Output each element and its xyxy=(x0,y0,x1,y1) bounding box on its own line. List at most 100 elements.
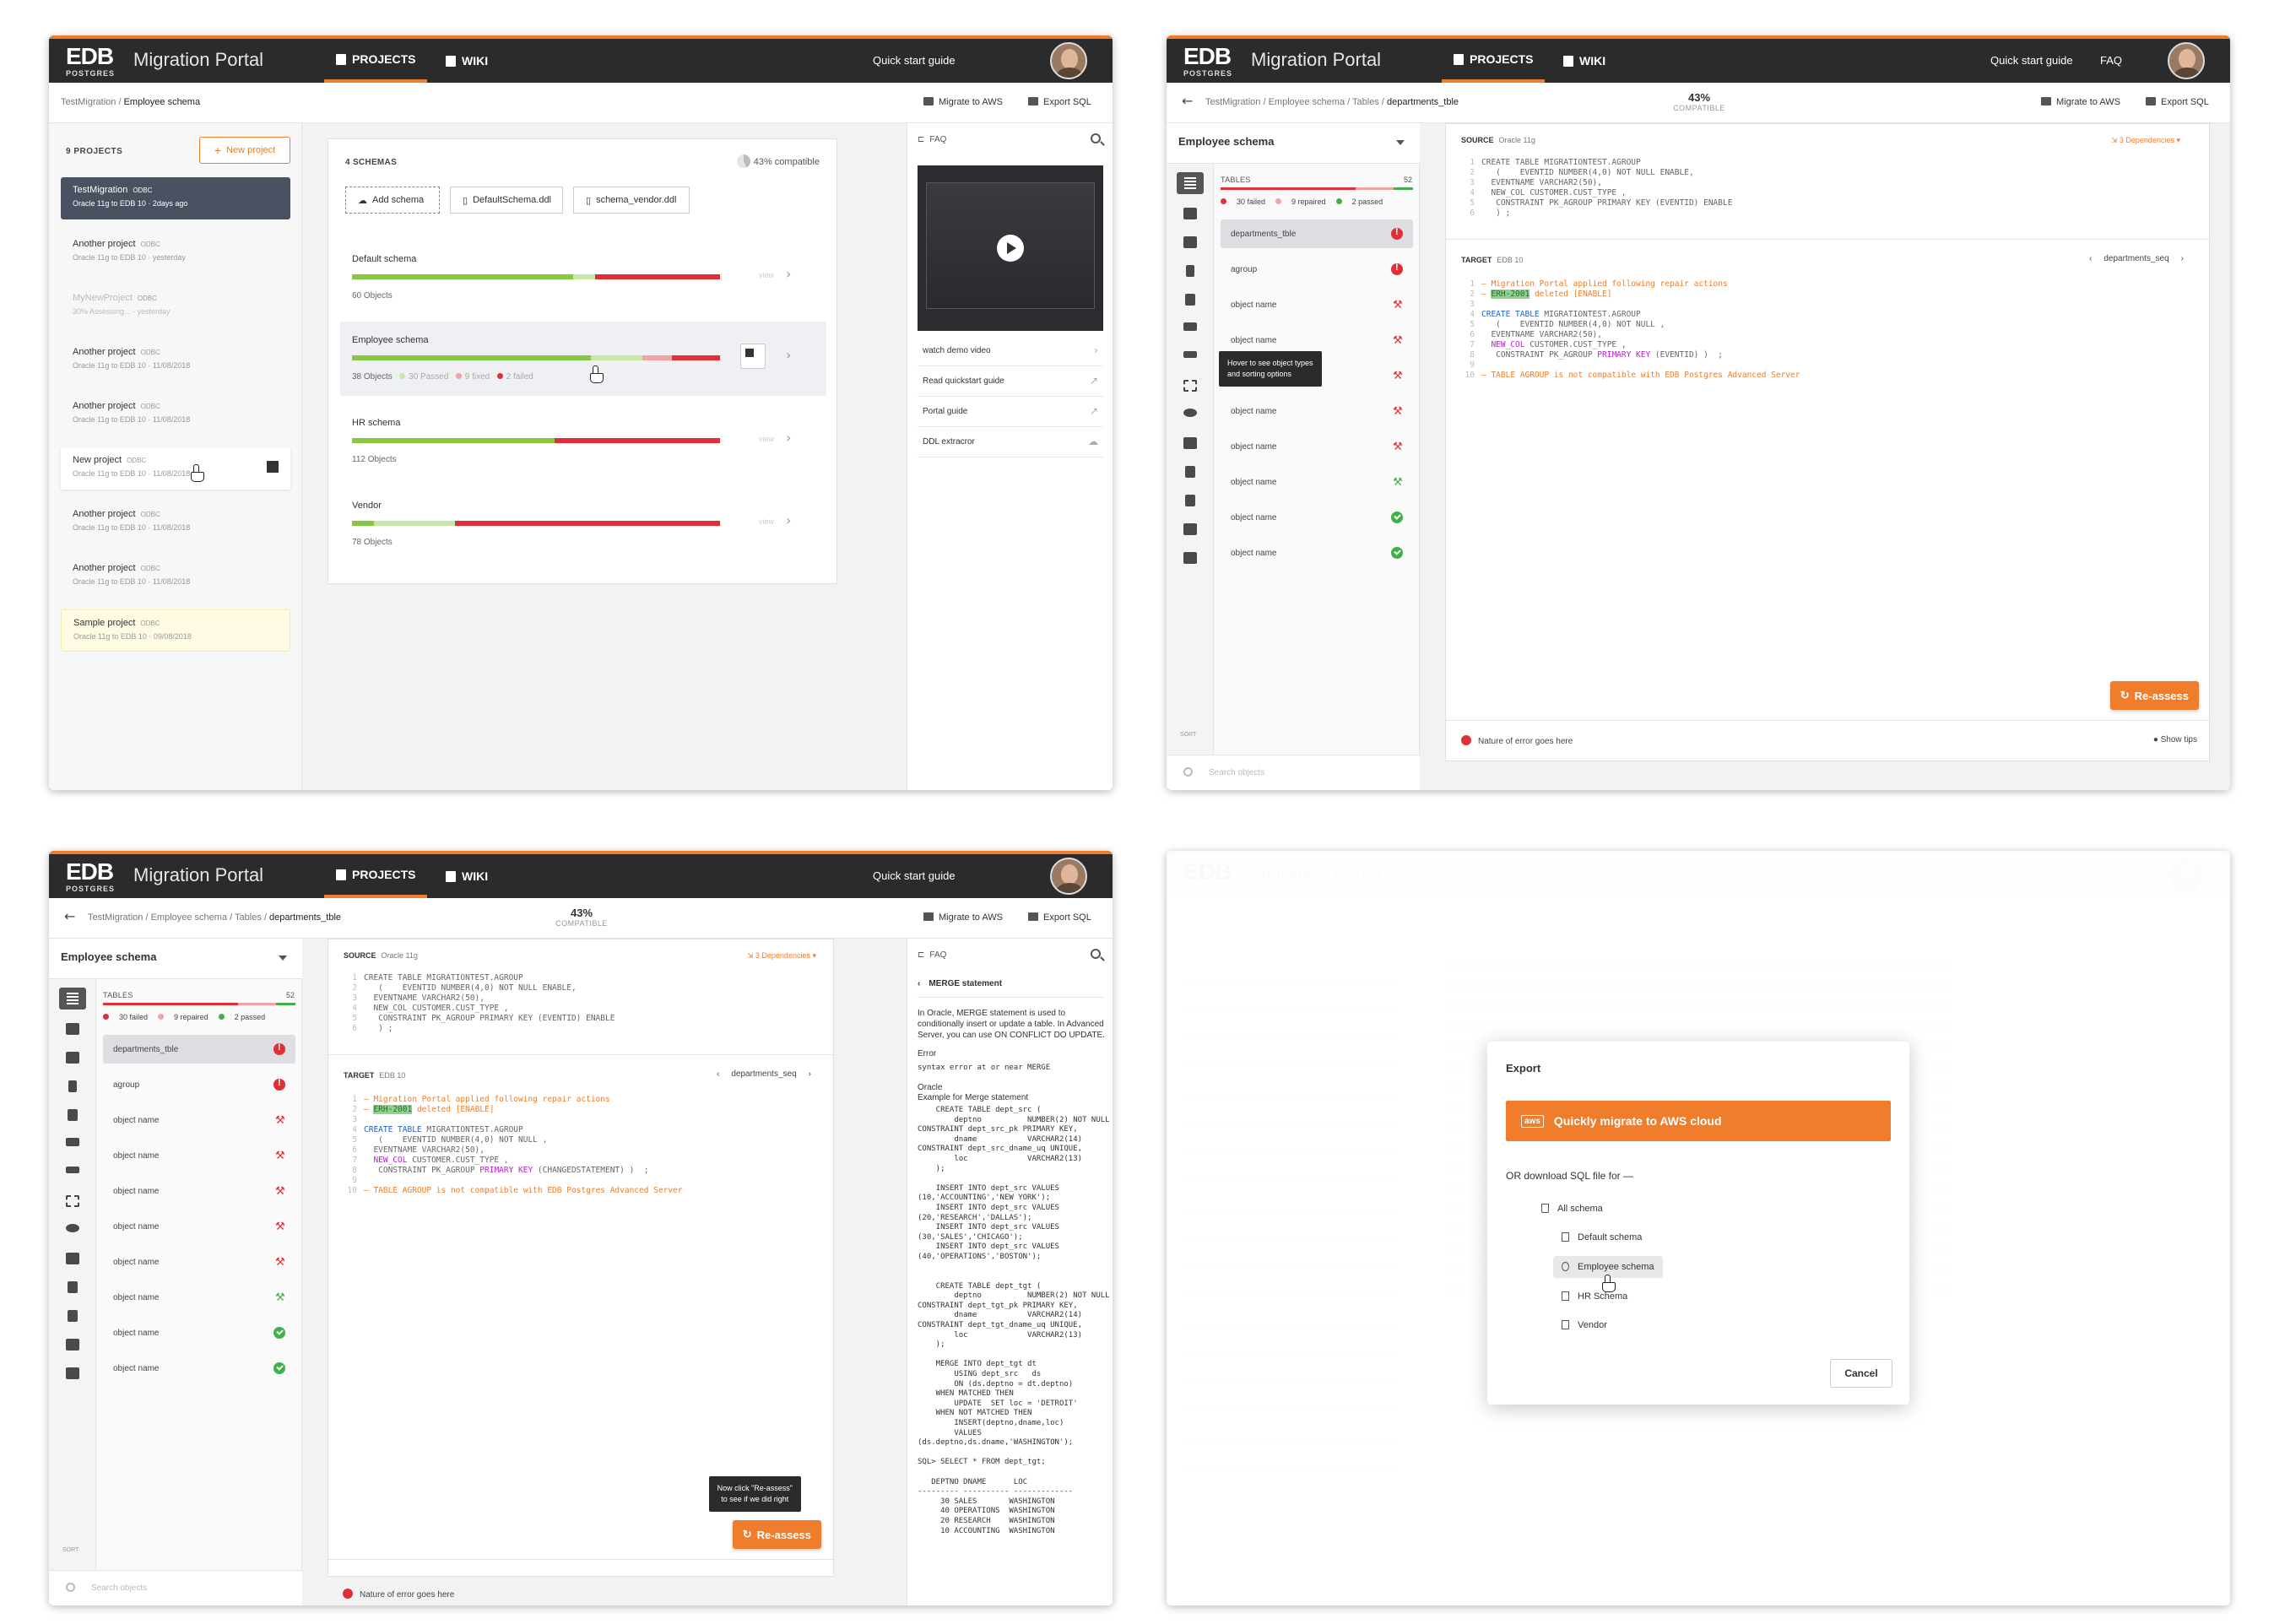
search-icon[interactable] xyxy=(1091,133,1101,143)
table-row[interactable]: object name ⚒ xyxy=(103,1212,295,1241)
faq-link-item[interactable]: watch demo video › xyxy=(918,336,1103,366)
demo-video[interactable] xyxy=(918,165,1103,331)
package-icon[interactable] xyxy=(66,1052,79,1064)
play-icon[interactable] xyxy=(997,235,1024,262)
view-link[interactable]: view xyxy=(759,435,774,443)
edb-logo[interactable]: EDB POSTGRES xyxy=(66,44,118,79)
document-icon[interactable] xyxy=(1185,495,1195,506)
table-row[interactable]: object name ⚒ xyxy=(103,1106,295,1134)
table-row[interactable]: departments_tble xyxy=(1221,219,1413,248)
trigger-icon[interactable] xyxy=(1186,265,1194,277)
chevron-right-icon[interactable]: › xyxy=(2181,254,2184,263)
table-row[interactable]: object name ⚒ xyxy=(1221,468,1413,496)
search-objects[interactable]: Search objects xyxy=(1167,755,1420,790)
export-sql-button[interactable]: Export SQL xyxy=(1028,912,1091,923)
schema-row[interactable]: Default schema 60 Objects view › xyxy=(340,241,826,315)
chevron-right-icon[interactable]: › xyxy=(786,347,791,363)
table-row[interactable]: object name xyxy=(1221,539,1413,567)
trash-icon[interactable] xyxy=(68,1109,78,1121)
back-arrow-icon[interactable]: ← xyxy=(1182,93,1193,109)
nav-wiki[interactable]: WIKI xyxy=(1551,39,1617,83)
document-icon[interactable] xyxy=(68,1310,78,1322)
migrate-aws-button[interactable]: Migrate to AWS xyxy=(923,97,1003,107)
chevron-right-icon[interactable]: › xyxy=(786,430,791,446)
schema-option[interactable]: Default schema xyxy=(1562,1232,1642,1242)
table-row[interactable]: object name ⚒ xyxy=(1221,290,1413,319)
panel-collapse-icon[interactable]: ⊏ xyxy=(918,950,924,960)
migrate-aws-button[interactable]: Migrate to AWS xyxy=(2041,97,2120,107)
database-icon[interactable] xyxy=(1183,208,1197,219)
chevron-left-icon[interactable]: ‹ xyxy=(2089,254,2092,263)
double-chevron-icon[interactable] xyxy=(1183,351,1197,358)
reassess-button[interactable]: ↻ Re-assess xyxy=(732,1520,821,1549)
reassess-button[interactable]: ↻ Re-assess xyxy=(2109,681,2199,710)
trash-icon[interactable] xyxy=(1185,294,1195,306)
cancel-button[interactable]: Cancel xyxy=(1830,1359,1892,1388)
nav-wiki[interactable]: WIKI xyxy=(434,854,500,898)
migrate-aws-button[interactable]: Migrate to AWS xyxy=(923,912,1003,923)
add-schema-button[interactable]: ☁ Add schema xyxy=(345,187,440,214)
table-row[interactable]: object name ⚒ xyxy=(103,1141,295,1170)
breadcrumb-root[interactable]: TestMigration / Employee schema / Tables… xyxy=(1205,97,1387,107)
table-row[interactable]: object name ⚒ xyxy=(103,1177,295,1205)
new-project-button[interactable]: + New project xyxy=(199,137,290,164)
eye-icon[interactable] xyxy=(1183,409,1197,417)
package-icon[interactable] xyxy=(1183,236,1197,248)
schema-selector[interactable]: Employee schema xyxy=(49,939,302,979)
table-row[interactable]: object name ⚒ xyxy=(103,1283,295,1312)
bookmark-icon[interactable] xyxy=(1185,466,1195,478)
edb-logo[interactable]: EDB POSTGRES xyxy=(1183,44,1236,79)
export-sql-button[interactable]: Export SQL xyxy=(2146,97,2209,107)
nav-projects[interactable]: PROJECTS xyxy=(1442,39,1546,83)
tables-icon[interactable] xyxy=(59,988,86,1010)
table-row[interactable]: object name xyxy=(103,1318,295,1347)
faq-link-item[interactable]: DDL extracror ☁ xyxy=(918,427,1103,457)
dependencies-dropdown[interactable]: ⇲ 3 Dependencies ▾ xyxy=(747,951,816,961)
nav-projects[interactable]: PROJECTS xyxy=(324,854,428,898)
view-link[interactable]: view xyxy=(759,271,774,279)
play-box-icon[interactable] xyxy=(1183,437,1197,449)
double-chevron-icon[interactable] xyxy=(66,1167,79,1173)
project-item[interactable]: Another project ODBC Oracle 11g to EDB 10 … xyxy=(61,339,290,382)
chevron-left-icon[interactable]: ‹ xyxy=(918,979,920,988)
schema-option[interactable]: Vendor xyxy=(1562,1320,1607,1330)
sort-label[interactable]: SORT xyxy=(62,1547,79,1553)
schema-row[interactable]: HR schema 112 Objects view › xyxy=(340,404,826,479)
square-icon[interactable] xyxy=(1183,552,1197,564)
user-avatar[interactable] xyxy=(1050,42,1087,79)
quick-start-link[interactable]: Quick start guide xyxy=(1990,54,2073,67)
faq-link[interactable]: FAQ xyxy=(2100,54,2122,67)
edb-logo[interactable]: EDB POSTGRES xyxy=(66,859,118,895)
nav-projects[interactable]: PROJECTS xyxy=(324,39,428,83)
table-row[interactable]: object name ⚒ xyxy=(103,1248,295,1276)
user-avatar[interactable] xyxy=(2168,42,2205,79)
quick-start-link[interactable]: Quick start guide xyxy=(873,869,956,882)
schema-selector[interactable]: Employee schema xyxy=(1167,123,1420,164)
table-row[interactable]: departments_tble xyxy=(103,1035,295,1064)
search-objects[interactable]: Search objects xyxy=(49,1570,302,1605)
export-schema-icon[interactable] xyxy=(740,344,766,369)
table-row[interactable]: agroup xyxy=(103,1070,295,1099)
bookmark-icon[interactable] xyxy=(68,1281,78,1293)
project-item[interactable]: Another project ODBC Oracle 11g to EDB 10 … xyxy=(61,555,290,598)
project-item[interactable]: Another project ODBC Oracle 11g to EDB 10 … xyxy=(61,501,290,544)
schema-row[interactable]: Employee schema 38 Objects 30 Passed 9 f… xyxy=(340,322,826,396)
eye-icon[interactable] xyxy=(66,1224,79,1232)
show-tips-button[interactable]: ● Show tips xyxy=(2153,735,2197,744)
breadcrumb-root[interactable]: TestMigration / Employee schema / Tables… xyxy=(88,912,269,923)
quick-start-link[interactable]: Quick start guide xyxy=(873,54,956,67)
search-icon[interactable] xyxy=(1091,949,1101,959)
schema-option[interactable]: HR Schema xyxy=(1562,1291,1627,1302)
schema-option-all[interactable]: All schema xyxy=(1541,1204,1603,1214)
expand-icon[interactable] xyxy=(1183,380,1197,392)
project-item[interactable]: Sample project ODBC Oracle 11g to EDB 10 ·… xyxy=(61,609,290,652)
project-item[interactable]: MyNewProject ODBC 30% Assessing... · yeste… xyxy=(61,285,290,328)
sort-label[interactable]: SORT xyxy=(1180,732,1196,738)
table-row[interactable]: agroup xyxy=(1221,255,1413,284)
table-row[interactable]: object name xyxy=(1221,503,1413,532)
chevron-right-icon[interactable]: › xyxy=(786,512,791,528)
square-icon[interactable] xyxy=(1183,523,1197,535)
table-row[interactable]: object name xyxy=(103,1354,295,1383)
user-avatar[interactable] xyxy=(1050,858,1087,895)
play-box-icon[interactable] xyxy=(66,1253,79,1264)
